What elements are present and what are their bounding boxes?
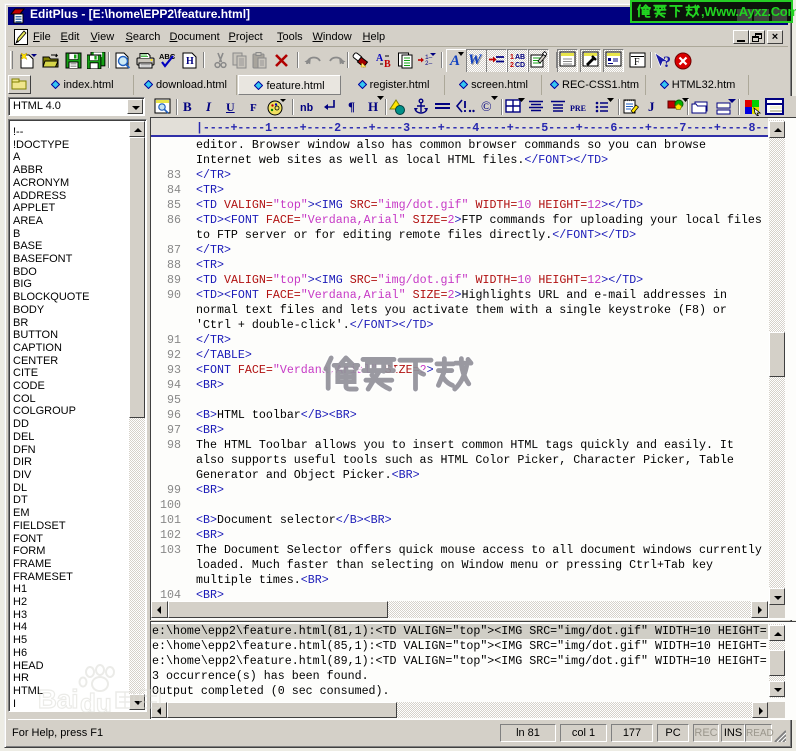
svg-text:Bai: Bai	[38, 684, 78, 714]
svg-text:AB: AB	[515, 54, 525, 61]
svg-text:CD: CD	[515, 62, 525, 68]
svg-text:A: A	[449, 53, 460, 68]
svg-text:B: B	[384, 59, 391, 69]
svg-text:du: du	[80, 688, 112, 715]
svg-text:H: H	[186, 56, 194, 67]
svg-text:?: ?	[663, 54, 671, 70]
svg-text:2—: 2—	[425, 60, 433, 67]
svg-text:W: W	[468, 52, 483, 68]
svg-text:A: A	[376, 53, 384, 64]
svg-text:2: 2	[510, 62, 514, 68]
svg-text:F: F	[634, 57, 640, 68]
svg-text:1: 1	[510, 54, 514, 61]
